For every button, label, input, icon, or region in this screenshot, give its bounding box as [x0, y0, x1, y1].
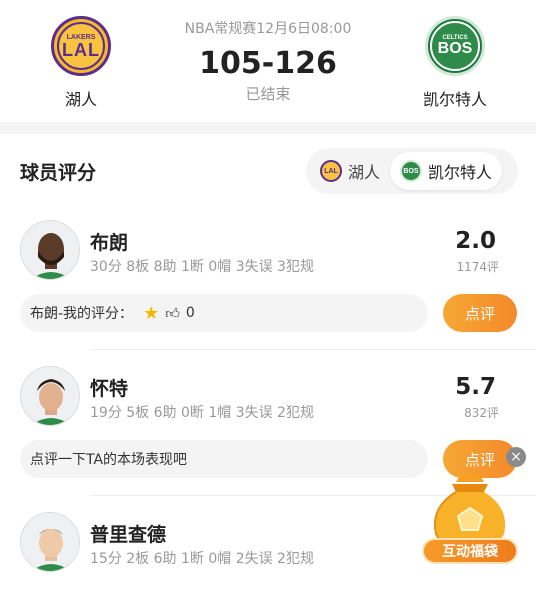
lakers-logo: LAKERS LAL	[51, 16, 111, 76]
match-info: NBA常规赛12月6日08:00 105-126 已结束	[160, 18, 376, 104]
team-switch: LAL 湖人 BOS 凯尔特人	[306, 148, 518, 194]
lakers-logo-big-text: LAL	[62, 39, 100, 60]
away-team-name: 凯尔特人	[422, 90, 487, 109]
rating-count: 832评	[464, 406, 499, 420]
player-avatar-white[interactable]	[20, 366, 80, 426]
match-status: 已结束	[245, 85, 291, 103]
player-stats: 30分 8板 8助 1断 0帽 3失误 3犯规	[90, 259, 314, 275]
section-gap	[0, 122, 536, 134]
lucky-bag-icon	[434, 474, 506, 548]
tab-celtics[interactable]: BOS 凯尔特人	[390, 152, 503, 190]
player-name[interactable]: 布朗	[90, 228, 128, 255]
away-team[interactable]: CELTICS BOS 凯尔特人	[395, 16, 515, 110]
divider	[90, 349, 536, 350]
match-header: LAKERS LAL 湖人 NBA常规赛12月6日08:00 105-126 已…	[0, 0, 536, 122]
home-team[interactable]: LAKERS LAL 湖人	[21, 16, 141, 110]
celtics-logo-big-text: BOS	[437, 40, 473, 57]
player-score: 5.7	[455, 374, 496, 400]
lakers-mini-logo: LAL	[320, 160, 342, 182]
match-score: 105-126	[199, 46, 337, 81]
rate-button[interactable]: 点评	[443, 294, 517, 332]
star-icon: ★	[143, 302, 160, 324]
player-photo-icon	[21, 367, 79, 425]
player-avatar-pritchard[interactable]	[20, 512, 80, 572]
tab-lakers-label: 湖人	[348, 163, 381, 182]
match-meta: NBA常规赛12月6日08:00	[184, 21, 352, 37]
player-name[interactable]: 怀特	[90, 374, 128, 401]
player-score: 2.0	[455, 228, 496, 254]
tab-lakers[interactable]: LAL 湖人	[310, 152, 390, 190]
comment-placeholder: 点评一下TA的本场表现吧	[30, 452, 188, 468]
section-title: 球员评分	[20, 162, 97, 184]
celtics-logo: CELTICS BOS	[425, 16, 485, 76]
comment-input[interactable]: 点评一下TA的本场表现吧	[20, 440, 428, 478]
lucky-bag-widget[interactable]: 互动福袋	[422, 468, 522, 578]
player-name[interactable]: 普里查德	[90, 520, 166, 547]
player-stats: 15分 2板 6助 1断 0帽 2失误 2犯规	[90, 551, 314, 567]
rating-count: 1174评	[456, 260, 499, 274]
my-rating-label: 布朗-我的评分：	[30, 306, 134, 322]
my-rating-box[interactable]: 布朗-我的评分： ★ 👍︎ 0	[20, 294, 428, 332]
lucky-bag-label: 互动福袋	[422, 538, 518, 564]
player-stats: 19分 5板 6助 0断 1帽 3失误 2犯规	[90, 405, 314, 421]
home-team-name: 湖人	[64, 90, 97, 109]
celtics-mini-logo: BOS	[400, 160, 423, 182]
player-avatar-brown[interactable]	[20, 220, 80, 280]
player-photo-icon	[21, 221, 79, 279]
tab-celtics-label: 凯尔特人	[428, 163, 493, 182]
thumb-up-icon[interactable]: 👍︎	[165, 305, 180, 322]
close-icon[interactable]: ×	[506, 447, 526, 467]
like-count: 0	[185, 305, 195, 321]
player-photo-icon	[21, 513, 79, 571]
